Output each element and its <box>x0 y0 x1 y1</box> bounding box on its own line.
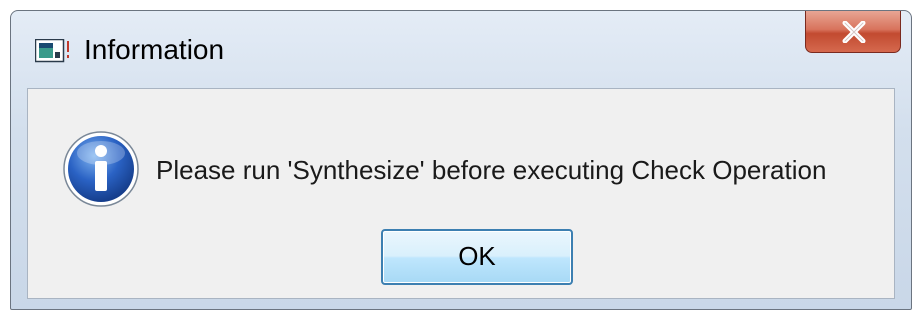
ok-button[interactable]: OK <box>381 229 573 285</box>
close-button[interactable] <box>805 11 901 53</box>
close-icon <box>842 21 866 43</box>
information-icon <box>61 129 141 209</box>
title-bar[interactable]: Information <box>11 11 911 89</box>
dialog-content: Please run 'Synthesize' before executing… <box>27 88 895 299</box>
dialog-title: Information <box>84 34 225 65</box>
dialog-message: Please run 'Synthesize' before executing… <box>156 155 827 185</box>
dialog-window: Information Please run 'Synthesize' befo… <box>10 10 912 310</box>
application-icon <box>34 38 73 63</box>
